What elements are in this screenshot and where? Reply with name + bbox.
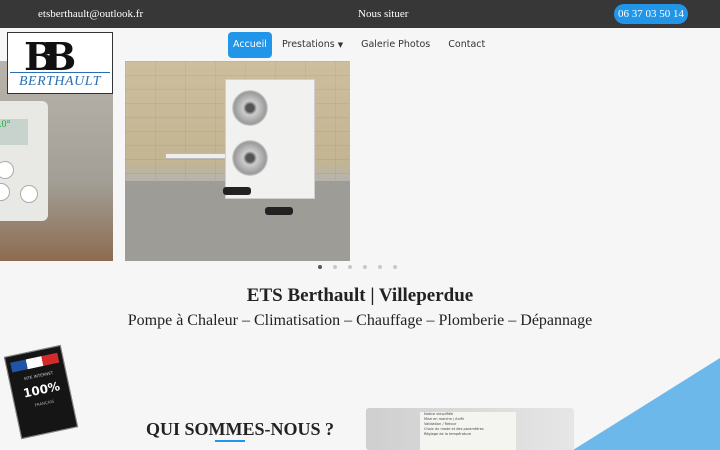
slider-dot[interactable] — [393, 265, 397, 269]
notice-sheet: Notice simplifiée Mise en marche / Arrêt… — [420, 412, 516, 450]
section-underline — [215, 440, 245, 442]
slider-dot[interactable] — [333, 265, 337, 269]
nav-item-prestations-label: Prestations — [281, 39, 335, 50]
logo-name: BERTHAULT — [10, 72, 110, 90]
company-logo[interactable]: BB BERTHAULT — [7, 32, 113, 94]
page-subtitle: Pompe à Chaleur – Climatisation – Chauff… — [127, 312, 593, 329]
section-title: QUI SOMMES-NOUS ? — [146, 419, 335, 439]
fan-icon — [232, 90, 268, 126]
nav-item-galerie[interactable]: Galerie Photos — [353, 32, 438, 58]
page-title: ETS Berthault | Villeperdue — [246, 285, 474, 306]
fan-icon — [232, 140, 268, 176]
thermostat-screen: 0.0° — [0, 119, 28, 145]
notice-line: Réglage de la température — [424, 432, 471, 436]
locate-link[interactable]: Nous situer — [358, 8, 408, 20]
slider-dot[interactable] — [348, 265, 352, 269]
slider-image-heat-pump[interactable] — [125, 61, 350, 261]
slider-dot[interactable] — [363, 265, 367, 269]
decorative-shape — [573, 358, 720, 450]
main-nav: Accueil Prestations ▼ Galerie Photos Con… — [228, 32, 495, 58]
unit-foot — [265, 207, 293, 215]
slider-dots — [318, 265, 408, 269]
unit-foot — [223, 187, 251, 195]
thermostat-button — [20, 185, 38, 203]
about-photo: Notice simplifiée Mise en marche / Arrêt… — [366, 408, 574, 450]
chevron-down-icon: ▼ — [337, 41, 344, 49]
nav-item-prestations[interactable]: Prestations ▼ — [274, 32, 351, 58]
slider-dot[interactable] — [378, 265, 382, 269]
nav-item-contact[interactable]: Contact — [440, 32, 493, 58]
slider-dot[interactable] — [318, 265, 322, 269]
site-badge[interactable]: SITE INTERNET 100% FRANÇAIS — [3, 344, 79, 440]
top-bar: etsberthault@outlook.fr Nous situer 06 3… — [0, 0, 720, 28]
heat-pump-unit — [225, 79, 315, 199]
nav-item-accueil[interactable]: Accueil — [228, 32, 272, 58]
email-link[interactable]: etsberthault@outlook.fr — [38, 8, 143, 20]
phone-button[interactable]: 06 37 03 50 14 — [614, 4, 688, 24]
